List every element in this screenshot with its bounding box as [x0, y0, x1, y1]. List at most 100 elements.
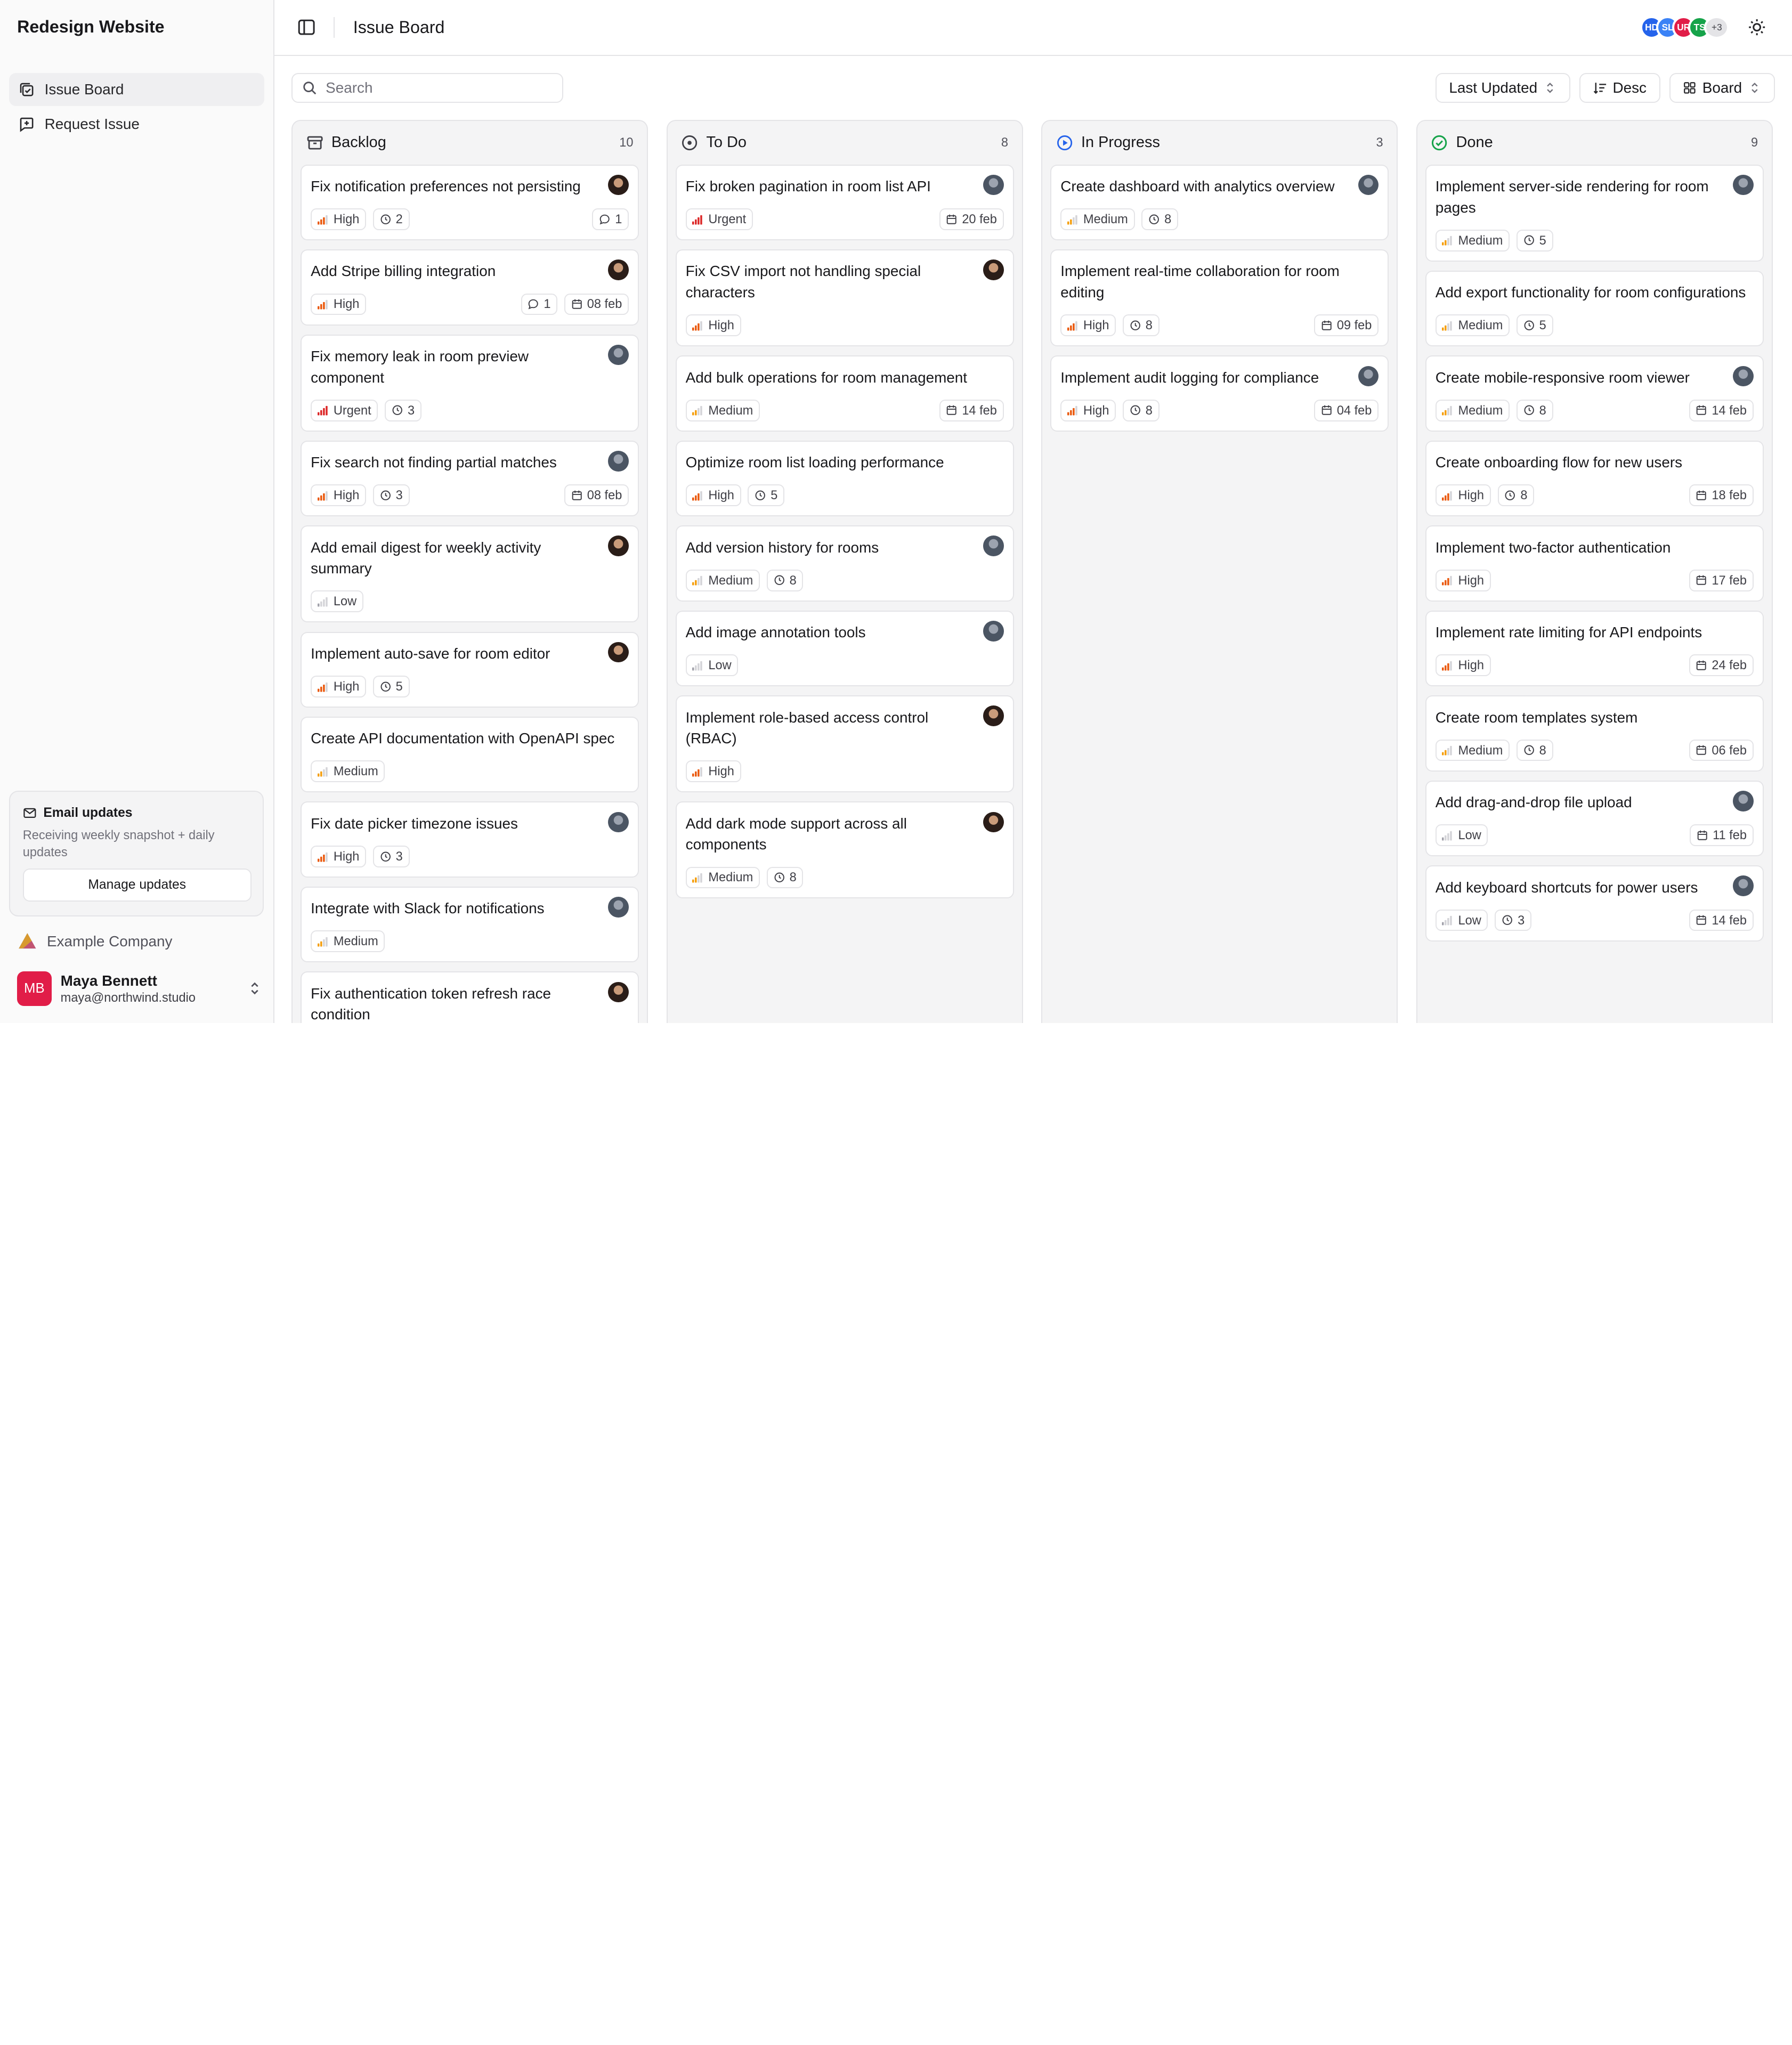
priority-badge[interactable]: High — [1435, 569, 1491, 591]
assignee-avatar[interactable] — [1733, 174, 1754, 196]
issue-card[interactable]: Add bulk operations for room management M… — [675, 355, 1014, 432]
due-date-badge[interactable]: 08 feb — [564, 293, 629, 315]
estimate-badge[interactable]: 8 — [1497, 484, 1535, 507]
priority-badge[interactable]: High — [311, 484, 367, 507]
assignee-avatar[interactable] — [983, 174, 1004, 196]
order-button[interactable]: Desc — [1579, 73, 1660, 103]
assignee-avatar[interactable] — [608, 344, 629, 366]
issue-card[interactable]: Create dashboard with analytics overview… — [1050, 164, 1389, 241]
sidebar-item-request-issue[interactable]: Request Issue — [9, 108, 264, 141]
assignee-avatar[interactable] — [608, 897, 629, 918]
collaborator-avatars[interactable]: HD SL UR TS +3 — [1640, 16, 1730, 39]
estimate-badge[interactable]: 8 — [1516, 739, 1553, 761]
company-switcher[interactable]: Example Company — [17, 931, 172, 952]
priority-badge[interactable]: High — [311, 208, 367, 230]
due-date-badge[interactable]: 14 feb — [1689, 399, 1754, 421]
assignee-avatar[interactable] — [983, 811, 1004, 833]
priority-badge[interactable]: Low — [685, 654, 739, 676]
priority-badge[interactable]: Medium — [311, 760, 385, 783]
user-menu[interactable]: MB Maya Bennett maya@northwind.studio — [17, 971, 263, 1006]
due-date-badge[interactable]: 14 feb — [1689, 909, 1754, 931]
assignee-avatar[interactable] — [983, 535, 1004, 557]
column-header[interactable]: In Progress 3 — [1050, 121, 1389, 165]
due-date-badge[interactable]: 18 feb — [1689, 484, 1754, 507]
issue-card[interactable]: Fix date picker timezone issues High 3 — [300, 801, 639, 878]
priority-badge[interactable]: High — [1435, 654, 1491, 676]
assignee-avatar[interactable] — [608, 259, 629, 280]
sort-select[interactable]: Last Updated — [1435, 73, 1571, 103]
assignee-avatar[interactable] — [983, 705, 1004, 727]
priority-badge[interactable]: High — [311, 845, 367, 867]
priority-badge[interactable]: Medium — [685, 399, 760, 421]
assignee-avatar[interactable] — [1358, 366, 1379, 387]
estimate-badge[interactable]: 8 — [1123, 399, 1159, 421]
issue-card[interactable]: Fix broken pagination in room list API Ur… — [675, 164, 1014, 241]
issue-card[interactable]: Implement real-time collaboration for ro… — [1050, 249, 1389, 347]
issue-card[interactable]: Add Stripe billing integration High 1 08 fe… — [300, 249, 639, 326]
issue-card[interactable]: Fix memory leak in room preview componen… — [300, 334, 639, 432]
issue-card[interactable]: Add image annotation tools Low — [675, 610, 1014, 687]
priority-badge[interactable]: Medium — [1435, 229, 1510, 251]
priority-badge[interactable]: Low — [1435, 824, 1488, 846]
estimate-badge[interactable]: 8 — [766, 866, 804, 889]
search-input[interactable] — [326, 79, 543, 97]
column-header[interactable]: Done 9 — [1425, 121, 1764, 165]
priority-badge[interactable]: Urgent — [685, 208, 753, 230]
sidebar-item-issue-board[interactable]: Issue Board — [9, 73, 264, 107]
issue-card[interactable]: Add export functionality for room config… — [1425, 270, 1764, 347]
issue-card[interactable]: Add keyboard shortcuts for power users Lo… — [1425, 865, 1764, 942]
priority-badge[interactable]: Medium — [685, 569, 760, 591]
estimate-badge[interactable]: 8 — [766, 569, 804, 591]
issue-card[interactable]: Optimize room list loading performance Hi… — [675, 440, 1014, 517]
priority-badge[interactable]: Low — [311, 590, 363, 613]
view-select[interactable]: Board — [1669, 73, 1775, 103]
issue-card[interactable]: Create API documentation with OpenAPI sp… — [300, 716, 639, 793]
estimate-badge[interactable]: 3 — [372, 484, 410, 507]
issue-card[interactable]: Implement rate limiting for API endpoint… — [1425, 610, 1764, 687]
priority-badge[interactable]: High — [311, 675, 367, 697]
priority-badge[interactable]: Medium — [311, 930, 385, 953]
priority-badge[interactable]: High — [685, 760, 741, 783]
priority-badge[interactable]: High — [685, 484, 741, 507]
estimate-badge[interactable]: 5 — [372, 675, 410, 697]
due-date-badge[interactable]: 04 feb — [1314, 399, 1379, 421]
assignee-avatar[interactable] — [983, 620, 1004, 642]
estimate-badge[interactable]: 3 — [1495, 909, 1531, 931]
issue-card[interactable]: Fix CSV import not handling special char… — [675, 249, 1014, 347]
estimate-badge[interactable]: 3 — [385, 399, 421, 421]
priority-badge[interactable]: Medium — [1435, 399, 1510, 421]
issue-card[interactable]: Create room templates system Medium 8 06 fe… — [1425, 695, 1764, 772]
issue-card[interactable]: Create mobile-responsive room viewer Medi… — [1425, 355, 1764, 432]
issue-card[interactable]: Integrate with Slack for notifications Me… — [300, 886, 639, 963]
issue-card[interactable]: Implement server-side rendering for room… — [1425, 164, 1764, 262]
issue-card[interactable]: Fix notification preferences not persist… — [300, 164, 639, 241]
issue-card[interactable]: Add dark mode support across all compone… — [675, 801, 1014, 899]
column-header[interactable]: Backlog 10 — [301, 121, 639, 165]
due-date-badge[interactable]: 06 feb — [1689, 739, 1754, 761]
estimate-badge[interactable]: 5 — [748, 484, 785, 507]
issue-card[interactable]: Add drag-and-drop file upload Low 11 feb — [1425, 780, 1764, 857]
priority-badge[interactable]: Medium — [685, 866, 760, 889]
sun-icon[interactable] — [1748, 18, 1766, 36]
estimate-badge[interactable]: 2 — [372, 208, 410, 230]
assignee-avatar[interactable] — [608, 174, 629, 196]
assignee-avatar[interactable] — [983, 259, 1004, 280]
issue-card[interactable]: Implement two-factor authentication High 1… — [1425, 525, 1764, 602]
issue-card[interactable]: Create onboarding flow for new users High… — [1425, 440, 1764, 517]
assignee-avatar[interactable] — [608, 535, 629, 557]
estimate-badge[interactable]: 3 — [372, 845, 410, 867]
issue-card[interactable]: Add email digest for weekly activity sum… — [300, 525, 639, 623]
issue-card[interactable]: Implement role-based access control (RBA… — [675, 695, 1014, 793]
due-date-badge[interactable]: 09 feb — [1314, 314, 1379, 337]
priority-badge[interactable]: Medium — [1435, 314, 1510, 337]
priority-badge[interactable]: Medium — [1060, 208, 1135, 230]
estimate-badge[interactable]: 8 — [1141, 208, 1178, 230]
estimate-badge[interactable]: 8 — [1516, 399, 1553, 421]
issue-card[interactable]: Add version history for rooms Medium 8 — [675, 525, 1014, 602]
assignee-avatar[interactable] — [1733, 875, 1754, 897]
issue-card[interactable]: Implement auto-save for room editor High 5 — [300, 631, 639, 708]
priority-badge[interactable]: Urgent — [311, 399, 378, 421]
issue-card[interactable]: Fix search not finding partial matches Hi… — [300, 440, 639, 517]
due-date-badge[interactable]: 08 feb — [564, 484, 629, 507]
workspace-title[interactable]: Redesign Website — [0, 0, 273, 55]
